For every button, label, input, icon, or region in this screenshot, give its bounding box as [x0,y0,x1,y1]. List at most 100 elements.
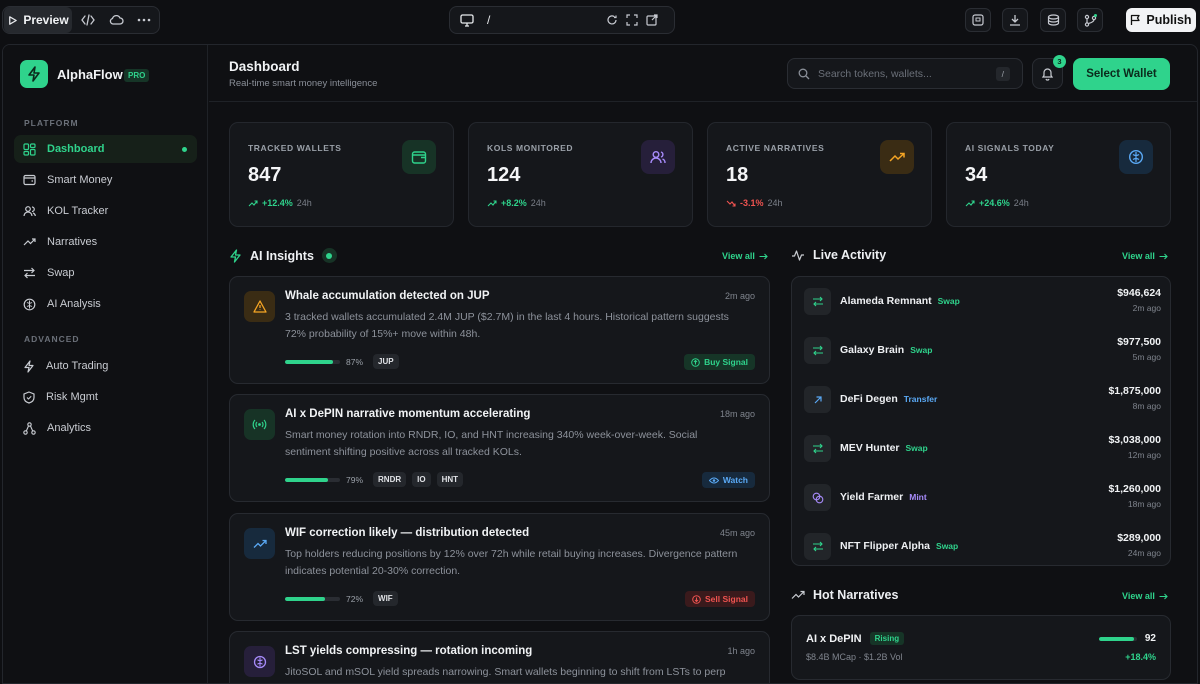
section-title: Hot Narratives [813,588,899,602]
select-wallet-button[interactable]: Select Wallet [1073,58,1170,90]
swap-icon [804,337,831,364]
view-all-label: View all [1122,251,1155,261]
narrative-score: 92 [1144,633,1156,644]
database-icon[interactable] [1040,8,1066,32]
narrative-card[interactable]: AI x DePIN Rising $8.4B MCap · $1.2B Vol… [791,615,1171,680]
download-icon[interactable] [1002,8,1028,32]
stat-change-pct: +24.6% [979,198,1010,208]
narratives-view-all-link[interactable]: View all [1122,591,1168,601]
insight-card[interactable]: LST yields compressing — rotation incomi… [229,631,770,683]
live-activity-header: Live Activity [791,248,886,262]
bolt-icon [230,248,241,263]
sidebar-item-ai-analysis[interactable]: AI Analysis [14,290,197,318]
fullscreen-icon[interactable] [622,7,642,33]
search-input[interactable] [818,67,988,80]
sidebar-item-label: Auto Trading [46,360,109,372]
activity-row[interactable]: MEV Hunter Swap $3,038,000 12m ago [792,424,1172,473]
insight-card[interactable]: AI x DePIN narrative momentum accelerati… [229,394,770,502]
confidence-value: 87% [346,356,364,367]
activity-amount: $977,500 [1117,336,1161,348]
stat-change: +12.4% 24h [248,198,312,208]
sidebar-item-label: AI Analysis [47,298,101,310]
more-icon[interactable] [130,7,158,33]
sidebar-item-smart-money[interactable]: Smart Money [14,166,197,194]
stat-change-period: 24h [296,198,312,208]
publish-button[interactable]: Publish [1126,8,1196,32]
insight-time: 45m ago [719,528,755,538]
confidence-bar [285,359,340,364]
eye-icon [708,477,719,483]
swap-icon [804,435,831,462]
token-tag[interactable]: IO [412,472,431,487]
wallet-name: MEV Hunter [840,442,900,454]
insight-card[interactable]: Whale accumulation detected on JUP 2m ag… [229,276,770,384]
confidence-value: 79% [346,474,364,485]
sidebar-item-auto-trading[interactable]: Auto Trading [14,352,197,380]
publish-label: Publish [1146,13,1192,27]
brand-name: AlphaFlow [57,67,123,82]
activity-view-all-link[interactable]: View all [1122,251,1168,261]
stat-card-tracked-wallets: TRACKED WALLETS 847 +12.4% 24h [229,122,454,227]
wallet-name: Galaxy Brain [840,344,905,356]
stat-card-active-narratives: ACTIVE NARRATIVES 18 -3.1% 24h [707,122,932,227]
trend-icon [880,140,914,174]
activity-row[interactable]: Galaxy Brain Swap $977,500 5m ago [792,326,1172,375]
network-icon [23,421,36,435]
sidebar-item-label: KOL Tracker [47,205,109,217]
activity-type: Swap [937,296,960,306]
activity-row[interactable]: DeFi Degen Transfer $1,875,000 8m ago [792,375,1172,424]
insight-card[interactable]: WIF correction likely — distribution det… [229,513,770,621]
monitor-icon[interactable] [453,7,481,33]
ai-insights-header: AI Insights [229,248,337,263]
logo[interactable] [20,60,48,88]
activity-row[interactable]: NFT Flipper Alpha Swap $289,000 24m ago [792,522,1172,571]
shield-icon [23,390,35,404]
external-link-icon[interactable] [642,7,662,33]
sidebar-item-label: Swap [47,267,75,279]
arrow-right-icon [1159,253,1168,259]
token-tag[interactable]: RNDR [373,472,407,487]
git-icon[interactable] [1077,8,1103,32]
view-all-label: View all [1122,591,1155,601]
search-icon [798,68,810,79]
section-title: AI Insights [250,248,314,263]
token-tag[interactable]: JUP [373,354,399,369]
arrow-up-right-icon [804,386,831,413]
token-tag[interactable]: WIF [373,591,398,606]
arrow-right-icon [759,253,768,259]
activity-time: 12m ago [1127,450,1161,460]
search-box[interactable]: / [787,58,1023,89]
insights-view-all-link[interactable]: View all [722,251,768,261]
wallet-name: Yield Farmer [840,491,904,503]
buy-signal-badge: Buy Signal [684,354,755,370]
activity-amount: $289,000 [1117,532,1161,544]
narrative-score-bar [1098,636,1137,641]
screenshot-icon[interactable] [965,8,991,32]
activity-time: 8m ago [1132,401,1161,411]
sidebar-item-swap[interactable]: Swap [14,259,197,287]
stat-change: +24.6% 24h [965,198,1029,208]
signal-label: Sell Signal [705,594,748,604]
sidebar-item-dashboard[interactable]: Dashboard [14,135,197,163]
token-tag[interactable]: HNT [436,472,464,487]
code-icon[interactable] [74,7,102,33]
app-frame: AlphaFlow PRO PLATFORM Dashboard Smart M… [2,44,1198,684]
sidebar-item-kol-tracker[interactable]: KOL Tracker [14,197,197,225]
sidebar-item-risk-mgmt[interactable]: Risk Mgmt [14,383,197,411]
users-icon [23,206,36,217]
refresh-icon[interactable] [602,7,622,33]
notifications-button[interactable]: 3 [1032,55,1066,89]
cloud-icon[interactable] [102,7,130,33]
preview-button[interactable]: Preview [4,7,72,33]
sidebar-item-narratives[interactable]: Narratives [14,228,197,256]
url-path[interactable]: / [487,13,602,27]
activity-row[interactable]: Yield Farmer Mint $1,260,000 18m ago [792,473,1172,522]
activity-time: 2m ago [1132,303,1161,313]
brain-icon [244,646,275,677]
page-title: Dashboard [229,59,300,74]
live-activity-list: Alameda Remnant Swap $946,624 2m ago Gala… [791,276,1171,566]
activity-row[interactable]: Alameda Remnant Swap $946,624 2m ago [792,277,1172,326]
stat-change-period: 24h [1013,198,1029,208]
narrative-title-row: AI x DePIN Rising [806,632,905,645]
sidebar-item-analytics[interactable]: Analytics [14,414,197,442]
